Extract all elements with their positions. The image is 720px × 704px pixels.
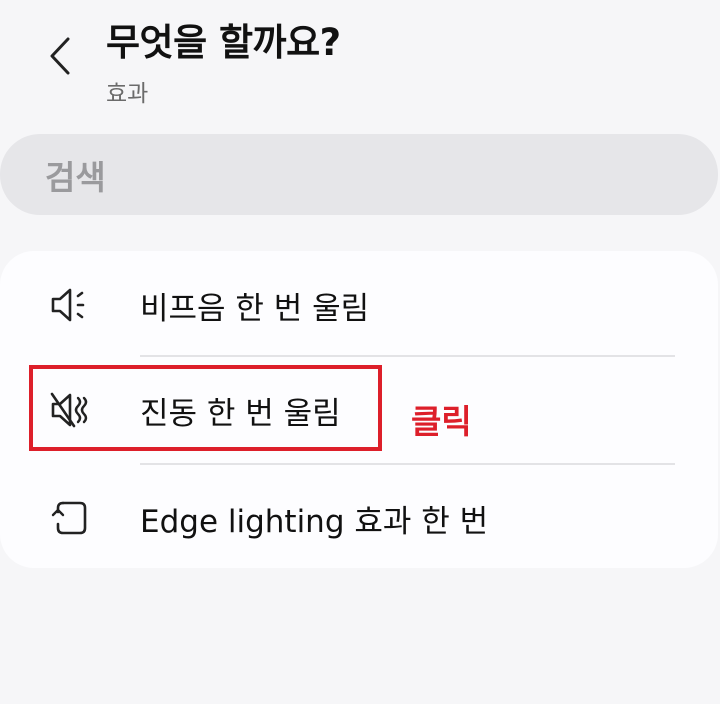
option-label: Edge lighting 효과 한 번 bbox=[140, 503, 489, 540]
annotation-highlight-box bbox=[29, 365, 382, 451]
chevron-left-icon bbox=[50, 37, 70, 75]
search-placeholder: 검색 bbox=[45, 157, 106, 197]
click-annotation: 클릭 bbox=[411, 402, 472, 441]
option-edge-lighting-once[interactable]: Edge lighting 효과 한 번 bbox=[0, 466, 718, 570]
option-label: 비프음 한 번 울림 bbox=[140, 290, 370, 327]
speaker-beep-icon bbox=[48, 284, 90, 326]
page-subtitle: 효과 bbox=[106, 81, 149, 107]
option-beep-once[interactable]: 비프음 한 번 울림 bbox=[0, 253, 718, 357]
back-button[interactable] bbox=[40, 30, 80, 82]
screen: 무엇을 할까요? 효과 검색 비프음 한 번 울림 진동 한 번 울림 Edge… bbox=[0, 0, 720, 704]
page-title: 무엇을 할까요? bbox=[106, 21, 341, 64]
search-input[interactable]: 검색 bbox=[0, 134, 718, 215]
divider bbox=[140, 463, 675, 465]
divider bbox=[140, 355, 675, 357]
edge-lighting-icon bbox=[48, 497, 90, 539]
